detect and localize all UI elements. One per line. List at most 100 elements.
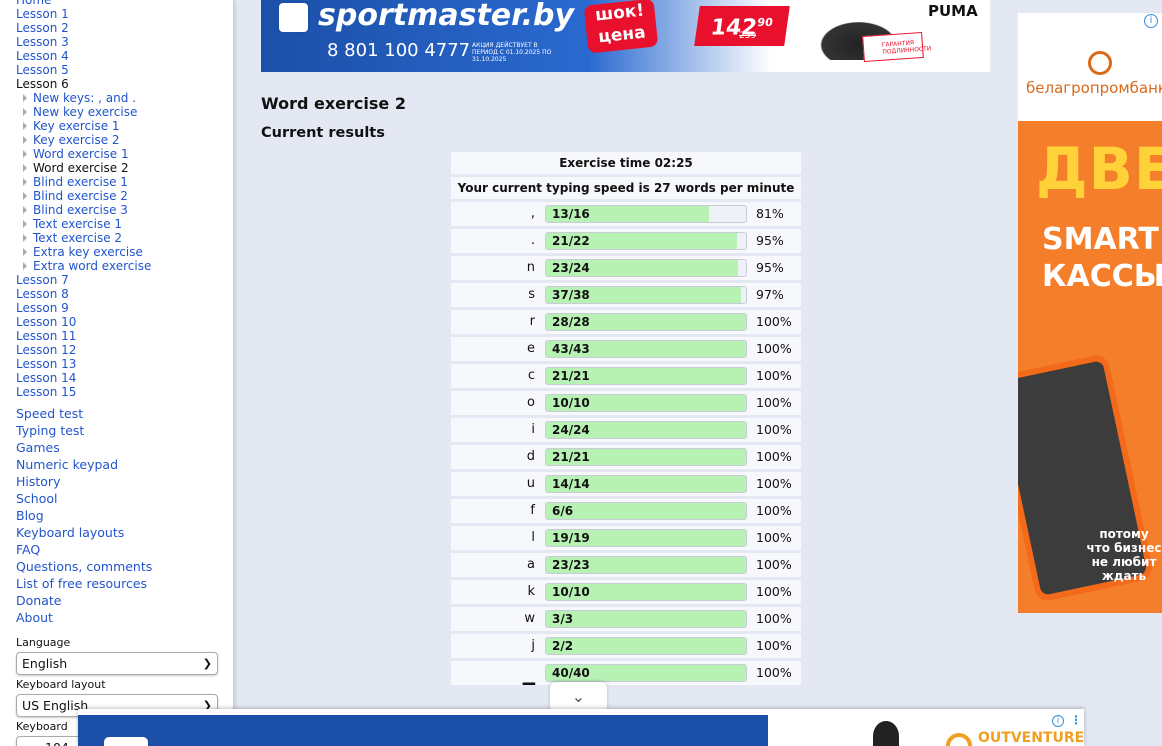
result-row: u 14/14 100% (451, 472, 801, 496)
accuracy-percent: 100% (756, 341, 792, 356)
ad-old-price: 259 (739, 31, 757, 41)
accuracy-bar: 14/14 (545, 475, 747, 493)
accuracy-percent: 100% (756, 422, 792, 437)
sidebar-exercise-link[interactable]: New keys: , and . (23, 91, 226, 105)
sidebar-lesson-link[interactable]: Lesson 5 (16, 63, 226, 77)
lesson-6-exercises: New keys: , and . New key exercise Key exe… (16, 91, 226, 273)
sidebar-nav-link[interactable]: Keyboard layouts (16, 524, 226, 541)
accuracy-bar-fill (546, 638, 746, 654)
sidebar-lesson-link[interactable]: Lesson 10 (16, 315, 226, 329)
sidebar-exercise-link[interactable]: Extra key exercise (23, 245, 226, 259)
accuracy-bar: 40/40 (545, 664, 747, 682)
sidebar-lesson-link[interactable]: Lesson 8 (16, 287, 226, 301)
accuracy-count: 6/6 (552, 504, 574, 518)
result-row: j 2/2 100% (451, 634, 801, 658)
puma-logo: PUMA (928, 2, 978, 20)
sidebar-nav-link[interactable]: List of free resources (16, 575, 226, 592)
top-banner-ad[interactable]: sportmaster.by 8 801 100 4777 АКЦИЯ ДЕЙС… (261, 0, 990, 72)
ad-blue-band (78, 715, 768, 746)
sidebar-lesson-link[interactable]: Lesson 1 (16, 7, 226, 21)
exercise-time: Exercise time 02:25 (451, 152, 801, 174)
accuracy-percent: 81% (756, 206, 784, 221)
sidebar-lesson-link[interactable]: Lesson 14 (16, 371, 226, 385)
result-key: o (527, 395, 535, 410)
keyboard-label: Keyboard (16, 720, 68, 733)
accuracy-bar-fill (546, 503, 746, 519)
language-label: Language (16, 636, 71, 649)
accuracy-bar: 23/24 (545, 259, 747, 277)
accuracy-bar: 21/21 (545, 367, 747, 385)
sidebar-lesson-link[interactable]: Lesson 15 (16, 385, 226, 399)
sidebar-nav-link[interactable]: Numeric keypad (16, 456, 226, 473)
accuracy-count: 21/21 (552, 450, 590, 464)
accuracy-count: 40/40 (552, 666, 590, 680)
collapse-ad-button[interactable]: ⌄ (550, 682, 607, 712)
ad-bank-name: белагропромбанк (1026, 79, 1162, 97)
result-row: i 24/24 100% (451, 418, 801, 442)
sidebar-nav-link[interactable]: Questions, comments (16, 558, 226, 575)
sidebar-lesson-link[interactable]: Lesson 7 (16, 273, 226, 287)
sidebar-exercise-link[interactable]: Text exercise 2 (23, 231, 226, 245)
sidebar-exercise-link[interactable]: Blind exercise 1 (23, 175, 226, 189)
sidebar-nav-link[interactable]: History (16, 473, 226, 490)
chevron-down-icon: ❯ (202, 657, 212, 670)
sidebar-exercise-link[interactable]: Key exercise 2 (23, 133, 226, 147)
side-banner-ad[interactable]: i белагропромбанк ДВЕ SMART КАССЫ потому… (1018, 13, 1162, 613)
info-icon[interactable]: i (1144, 14, 1158, 28)
sidebar-lesson-link[interactable]: Lesson 11 (16, 329, 226, 343)
accuracy-count: 23/24 (552, 261, 590, 275)
ad-brand: sportmaster.by (318, 0, 575, 33)
sidebar-exercise-link[interactable]: Key exercise 1 (23, 119, 226, 133)
sidebar-exercise-link[interactable]: Word exercise 1 (23, 147, 226, 161)
sidebar-nav-link[interactable]: Blog (16, 507, 226, 524)
ad-phone: 8 801 100 4777 (327, 40, 471, 61)
lesson-list: Home Lesson 1 Lesson 2 Lesson 3 Lesson 4 Less… (16, 0, 226, 399)
sidebar-nav-link[interactable]: Games (16, 439, 226, 456)
accuracy-bar: 24/24 (545, 421, 747, 439)
sportmaster-logo-icon (277, 1, 310, 34)
result-key: d (526, 449, 535, 464)
sidebar-lesson-link[interactable]: Lesson 12 (16, 343, 226, 357)
sidebar-lesson-link[interactable]: Home (16, 0, 226, 7)
accuracy-percent: 100% (756, 395, 792, 410)
accuracy-percent: 100% (756, 314, 792, 329)
accuracy-percent: 100% (756, 638, 792, 653)
sidebar-exercise-link[interactable]: Blind exercise 2 (23, 189, 226, 203)
sidebar-lesson-link[interactable]: Lesson 3 (16, 35, 226, 49)
more-options-icon[interactable]: ⋮ (1070, 713, 1082, 727)
sidebar-exercise-link[interactable]: Blind exercise 3 (23, 203, 226, 217)
result-key: n (526, 260, 535, 275)
result-row: c 21/21 100% (451, 364, 801, 388)
sidebar-exercise-link[interactable]: New key exercise (23, 105, 226, 119)
sidebar-nav-link[interactable]: School (16, 490, 226, 507)
accuracy-bar: 37/38 (545, 286, 747, 304)
sidebar-nav-link[interactable]: Speed test (16, 405, 226, 422)
bottom-banner-ad[interactable]: OUTVENTURE i ⋮ (78, 709, 1084, 746)
sidebar-nav-link[interactable]: Typing test (16, 422, 226, 439)
result-row: s 37/38 97% (451, 283, 801, 307)
accuracy-count: 21/22 (552, 234, 590, 248)
sidebar-exercise-link[interactable]: Text exercise 1 (23, 217, 226, 231)
result-key: j (531, 638, 535, 653)
sidebar-lesson-link[interactable]: Lesson 9 (16, 301, 226, 315)
sidebar-nav-link[interactable]: FAQ (16, 541, 226, 558)
accuracy-bar: 19/19 (545, 529, 747, 547)
language-select[interactable]: English ❯ (16, 652, 218, 675)
accuracy-count: 2/2 (552, 639, 574, 653)
accuracy-bar: 13/16 (545, 205, 747, 223)
sidebar-exercise-link[interactable]: Extra word exercise (23, 259, 226, 273)
outventure-logo-icon (946, 733, 972, 746)
accuracy-percent: 100% (756, 449, 792, 464)
accuracy-count: 13/16 (552, 207, 590, 221)
accuracy-bar: 3/3 (545, 610, 747, 628)
result-key: k (527, 584, 535, 599)
info-icon[interactable]: i (1052, 715, 1064, 727)
sidebar-nav-link[interactable]: About (16, 609, 226, 626)
result-row: . 21/22 95% (451, 229, 801, 253)
sidebar-lesson-link[interactable]: Lesson 13 (16, 357, 226, 371)
sidebar-lesson-link[interactable]: Lesson 4 (16, 49, 226, 63)
sidebar-nav-link[interactable]: Donate (16, 592, 226, 609)
sidebar-lesson-link[interactable]: Lesson 2 (16, 21, 226, 35)
ad-subhead-line-1: SMART (1042, 222, 1159, 257)
result-key: c (527, 368, 535, 383)
